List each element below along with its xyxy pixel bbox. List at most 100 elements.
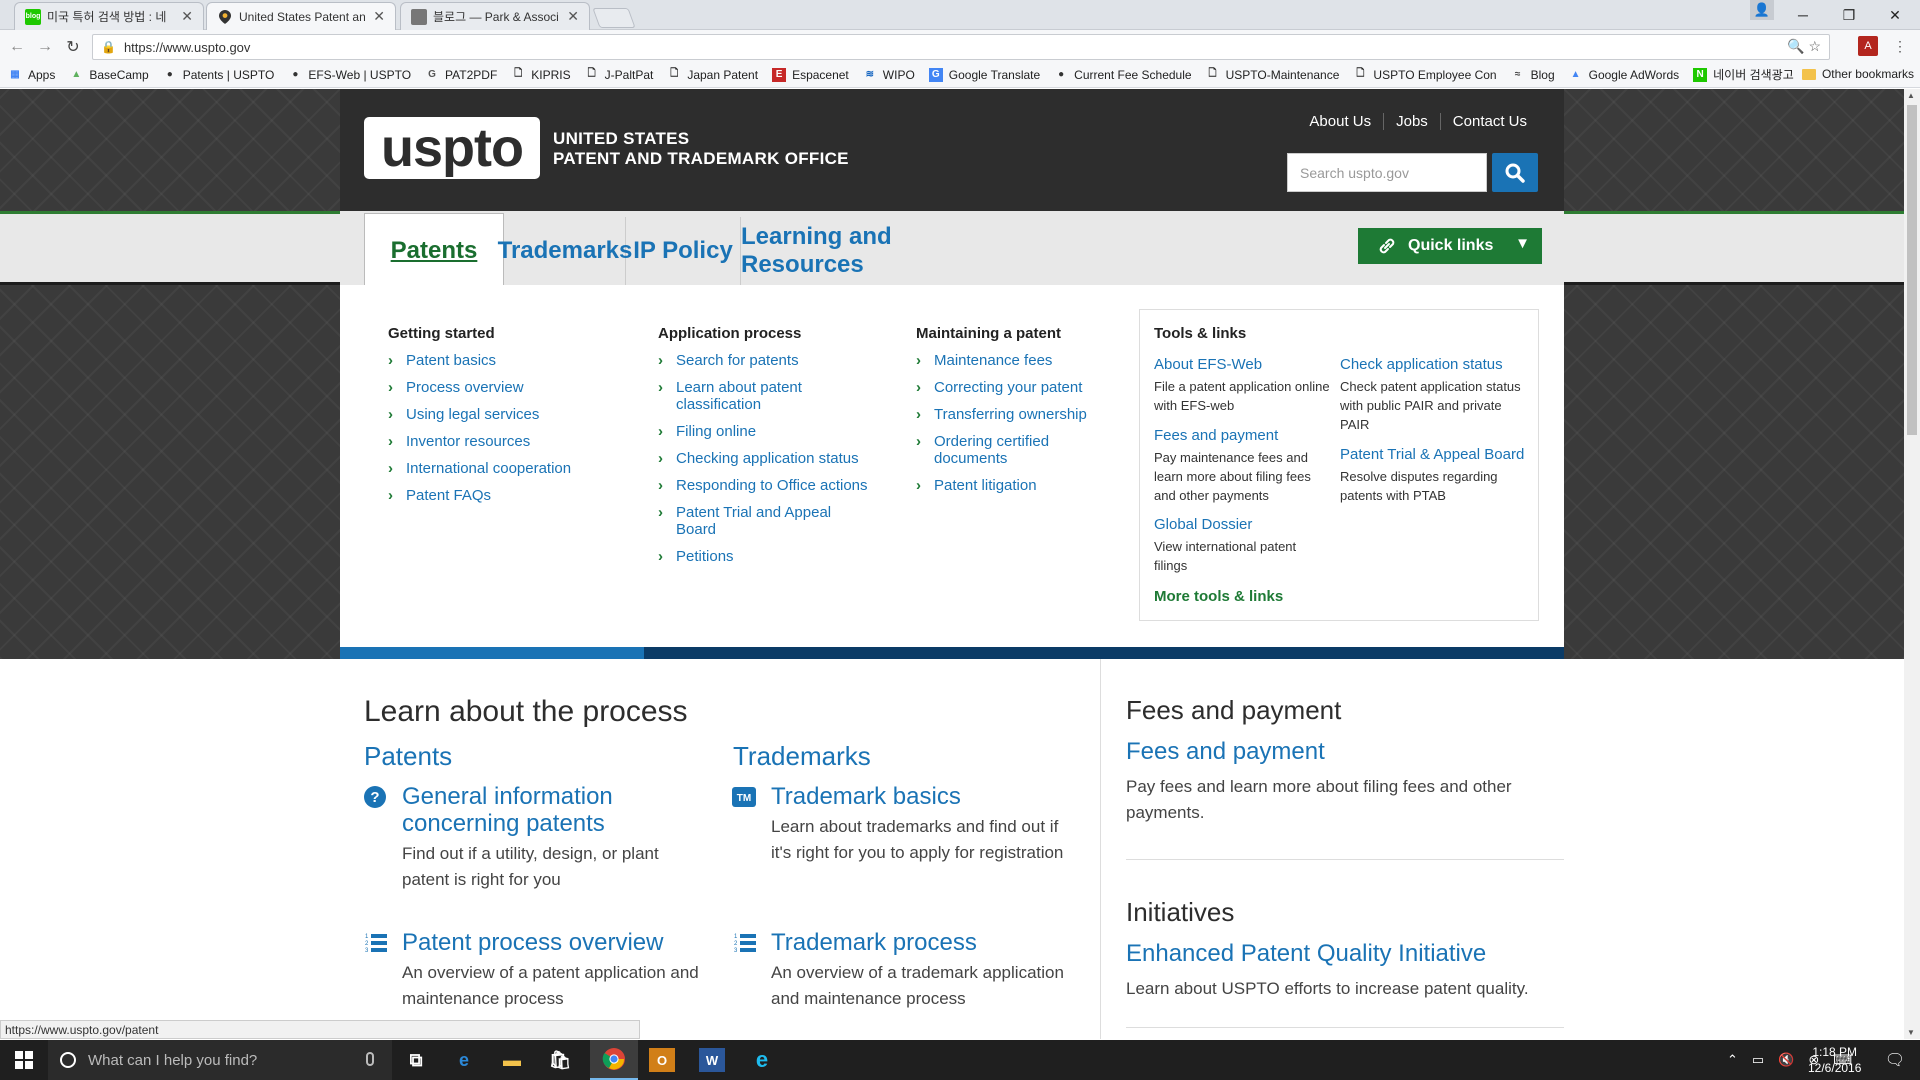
menu-link[interactable]: › Using legal services [388, 406, 618, 423]
bookmark-uspto-maintenance[interactable]: 🗋 USPTO-Maintenance [1206, 68, 1340, 82]
jobs-link[interactable]: Jobs [1383, 113, 1440, 130]
minimize-icon[interactable]: ─ [1780, 0, 1826, 30]
tool-link[interactable]: Fees and payment [1154, 427, 1332, 445]
scrollbar-thumb[interactable] [1907, 105, 1917, 435]
bookmark-google-translate[interactable]: G Google Translate [928, 67, 1040, 82]
initiative-link[interactable]: Enhanced Patent Quality Initiative [1126, 940, 1546, 968]
menu-link[interactable]: › Transferring ownership [916, 406, 1106, 423]
browser-tab[interactable]: blog 미국 특허 검색 방법 : 네 ✕ [14, 2, 204, 30]
contact-us-link[interactable]: Contact Us [1439, 113, 1539, 130]
bookmark-efs-web[interactable]: ● EFS-Web | USPTO [288, 68, 411, 82]
volume-muted-icon[interactable]: 🔇 [1778, 1052, 1794, 1068]
menu-link[interactable]: › Patent litigation [916, 477, 1106, 494]
card-title-link[interactable]: Trademark basics [771, 783, 1081, 810]
zoom-and-star-icons[interactable]: 🔍 ☆ [1787, 38, 1821, 55]
profile-icon[interactable]: 👤 [1750, 0, 1774, 20]
card-title-link[interactable]: Trademark process [771, 929, 1081, 956]
menu-link[interactable]: › Patent Trial and Appeal Board [658, 504, 868, 538]
bookmark-google-adwords[interactable]: ▲ Google AdWords [1569, 68, 1679, 82]
forward-icon[interactable]: → [34, 36, 56, 58]
browser-tab-active[interactable]: United States Patent and ✕ [206, 2, 396, 30]
bookmark-japan-patent[interactable]: 🗋 Japan Patent [667, 68, 758, 82]
bookmark-wipo[interactable]: ≋ WIPO [863, 68, 915, 82]
quick-links-button[interactable]: Quick links ▼ [1358, 228, 1542, 264]
patents-heading[interactable]: Patents [364, 741, 452, 772]
file-explorer-icon[interactable]: ▬ [488, 1040, 536, 1080]
menu-kebab-icon[interactable]: ⋮ [1890, 36, 1910, 56]
restore-icon[interactable]: ❐ [1826, 0, 1872, 30]
network-icon[interactable]: ▭ [1752, 1052, 1764, 1068]
acrobat-extension-icon[interactable]: A [1858, 36, 1878, 56]
bookmark-j-paltpat[interactable]: 🗋 J-PaltPat [585, 68, 654, 82]
bookmark-espacenet[interactable]: E Espacenet [772, 67, 849, 82]
task-view-icon[interactable]: ⧉ [392, 1040, 440, 1080]
menu-link[interactable]: › Maintenance fees [916, 352, 1106, 369]
tab-learning-resources[interactable]: Learning and Resources [741, 217, 1003, 285]
close-icon[interactable]: ✕ [373, 8, 385, 25]
browser-tab[interactable]: 블로그 — Park & Associ ✕ [400, 2, 590, 30]
start-button[interactable] [0, 1040, 48, 1080]
more-tools-link[interactable]: More tools & links [1154, 588, 1283, 605]
bookmark-fee-schedule[interactable]: ● Current Fee Schedule [1054, 68, 1191, 82]
back-icon[interactable]: ← [6, 36, 28, 58]
menu-link[interactable]: › Petitions [658, 548, 868, 565]
trademarks-heading[interactable]: Trademarks [733, 741, 871, 772]
tool-link[interactable]: Check application status [1340, 356, 1530, 374]
about-us-link[interactable]: About Us [1297, 113, 1383, 130]
menu-link[interactable]: › Checking application status [658, 450, 868, 467]
search-button[interactable] [1492, 153, 1538, 192]
outlook-icon[interactable]: O [649, 1048, 675, 1072]
edge-icon[interactable]: e [440, 1040, 488, 1080]
action-center-icon[interactable]: 🗨 [1870, 1040, 1920, 1080]
menu-link[interactable]: › Process overview [388, 379, 618, 396]
address-bar[interactable]: 🔒 https://www.uspto.gov 🔍 ☆ [92, 34, 1830, 60]
tool-link[interactable]: Patent Trial & Appeal Board [1340, 446, 1530, 464]
menu-link[interactable]: › Ordering certified documents [916, 433, 1106, 467]
tab-patents[interactable]: Patents [364, 213, 504, 287]
bookmark-patents-uspto[interactable]: ● Patents | USPTO [163, 68, 275, 82]
reload-icon[interactable]: ↻ [62, 36, 84, 58]
bookmark-uspto-employee[interactable]: 🗋 USPTO Employee Con [1353, 68, 1496, 82]
menu-link[interactable]: › International cooperation [388, 460, 618, 477]
uspto-logo[interactable]: uspto [364, 117, 540, 179]
close-icon[interactable]: ✕ [181, 8, 193, 25]
chevron-up-icon[interactable]: ⌃ [1727, 1052, 1738, 1068]
chrome-icon[interactable] [590, 1040, 638, 1080]
menu-link[interactable]: › Filing online [658, 423, 868, 440]
bookmark-blog[interactable]: ≈ Blog [1511, 68, 1555, 82]
menu-link[interactable]: › Patent basics [388, 352, 618, 369]
close-window-icon[interactable]: ✕ [1872, 0, 1918, 30]
store-icon[interactable]: 🛍 [536, 1040, 584, 1080]
page-scrollbar[interactable]: ▲ ▼ [1904, 89, 1920, 1039]
bookmark-basecamp[interactable]: ▲ BaseCamp [69, 68, 148, 82]
menu-link[interactable]: › Learn about patent classification [658, 379, 868, 413]
bookmark-kipris[interactable]: 🗋 KIPRIS [511, 68, 570, 82]
new-tab-button[interactable] [592, 8, 636, 28]
menu-link[interactable]: › Correcting your patent [916, 379, 1106, 396]
other-bookmarks[interactable]: Other bookmarks [1801, 67, 1914, 81]
tool-link[interactable]: About EFS-Web [1154, 356, 1332, 374]
tool-link[interactable]: Global Dossier [1154, 516, 1332, 534]
search-input[interactable]: Search uspto.gov [1287, 153, 1487, 192]
tool-description: Resolve disputes regarding patents with … [1340, 469, 1498, 503]
bookmark-pat2pdf[interactable]: G PAT2PDF [425, 68, 497, 82]
system-clock[interactable]: 1:18 PM 12/6/2016 [1808, 1044, 1861, 1076]
card-title-link[interactable]: General information concerning patents [402, 783, 702, 837]
bookmark-naver-ads[interactable]: N 네이버 검색광고 [1693, 66, 1794, 83]
menu-link[interactable]: › Inventor resources [388, 433, 618, 450]
bookmark-apps[interactable]: ▦ Apps [8, 68, 55, 82]
scroll-down-icon[interactable]: ▼ [1907, 1028, 1915, 1037]
word-icon[interactable]: W [699, 1048, 725, 1072]
internet-explorer-icon[interactable]: e [738, 1040, 786, 1080]
menu-link[interactable]: › Search for patents [658, 352, 868, 369]
card-title-link[interactable]: Patent process overview [402, 929, 702, 956]
cortana-search-box[interactable]: What can I help you find? [48, 1040, 392, 1080]
close-icon[interactable]: ✕ [567, 8, 579, 25]
microphone-icon[interactable] [366, 1052, 374, 1066]
menu-link[interactable]: › Responding to Office actions [658, 477, 868, 494]
fees-link[interactable]: Fees and payment [1126, 738, 1546, 766]
scroll-up-icon[interactable]: ▲ [1907, 91, 1915, 100]
menu-link[interactable]: › Patent FAQs [388, 487, 618, 504]
tab-ip-policy[interactable]: IP Policy [626, 217, 741, 285]
tab-trademarks[interactable]: Trademarks [498, 217, 632, 285]
